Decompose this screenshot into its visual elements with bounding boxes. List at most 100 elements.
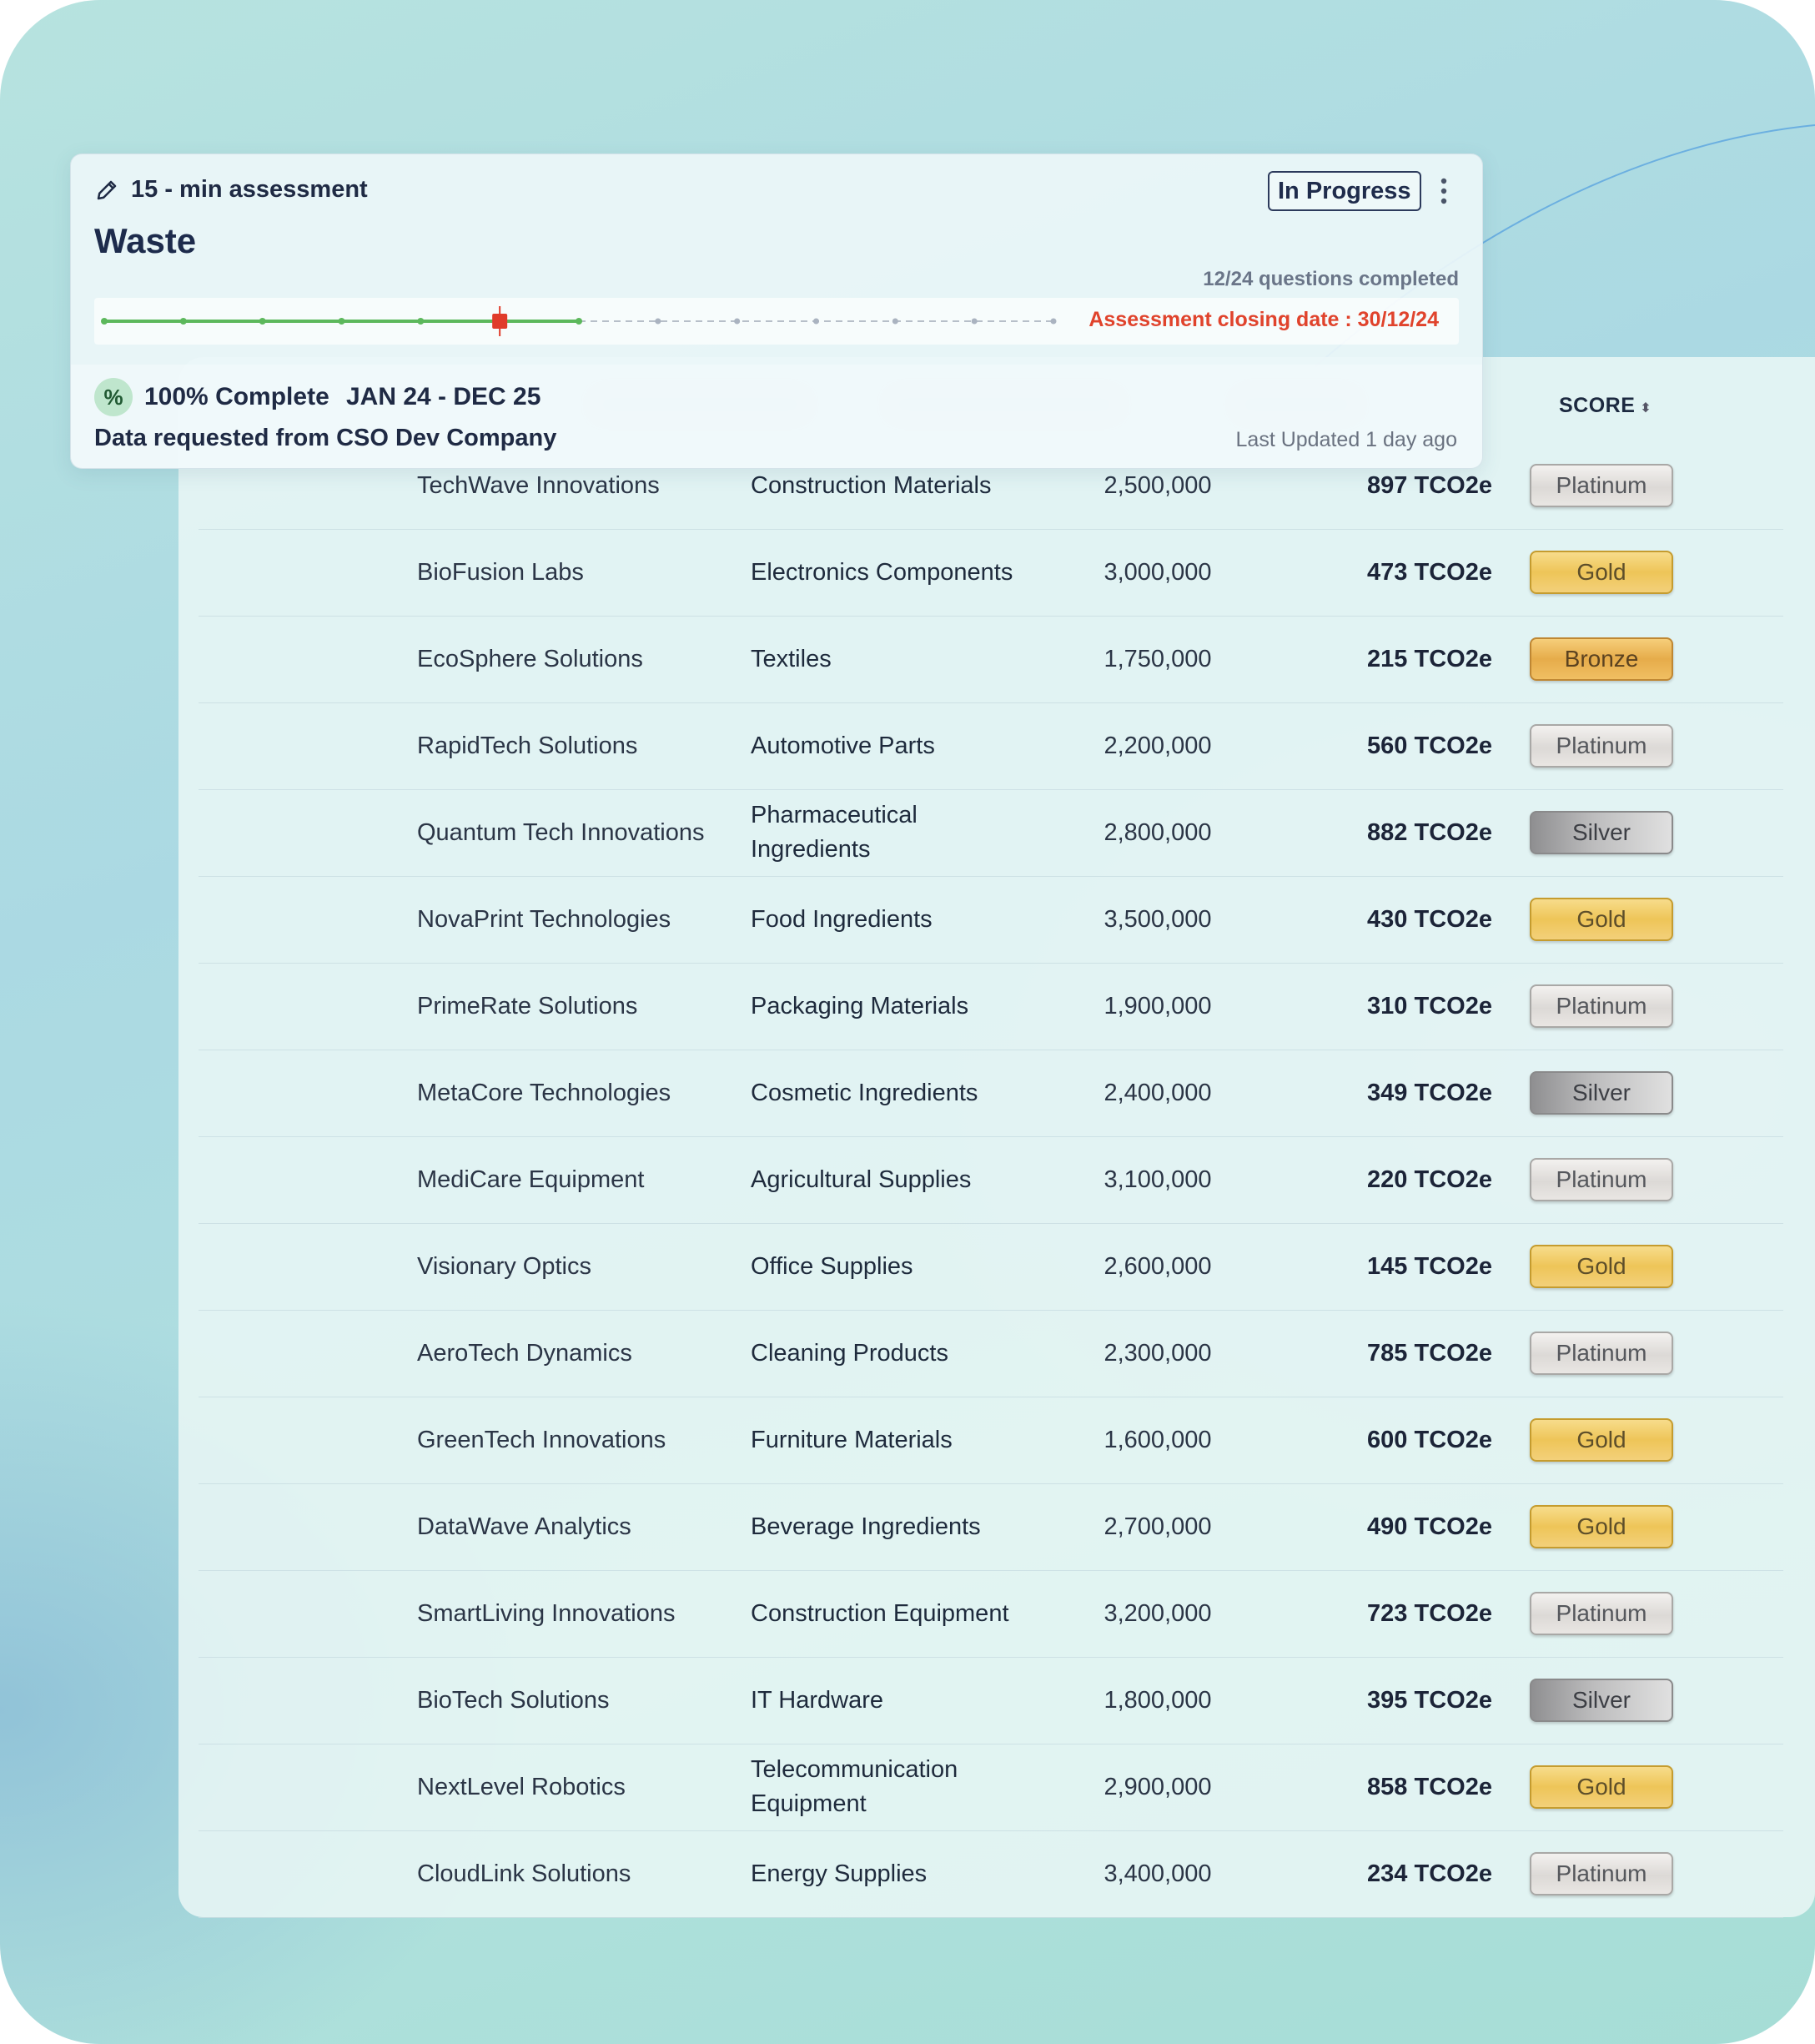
table-row[interactable]: RapidTech Solutions Automotive Parts 2,200…	[199, 702, 1783, 790]
emissions-value: 234 TCO2e	[1367, 1860, 1492, 1887]
progress-timeline	[101, 306, 1057, 336]
product-category: Pharmaceutical Ingredients	[751, 802, 918, 863]
company-name: AeroTech Dynamics	[417, 1339, 632, 1367]
table-row[interactable]: MediCare Equipment Agricultural Supplies 3…	[199, 1136, 1783, 1224]
progress-step-dot	[655, 318, 661, 325]
score-badge: Gold	[1530, 1765, 1673, 1809]
progress-step-dot	[734, 318, 741, 325]
progress-step-dot	[892, 318, 898, 325]
emissions-value: 490 TCO2e	[1367, 1513, 1492, 1540]
table-row[interactable]: NovaPrint Technologies Food Ingredients 3,…	[199, 876, 1783, 964]
product-category: Electronics Components	[751, 558, 1013, 586]
current-marker	[492, 314, 508, 329]
reporting-period: JAN 24 - DEC 25	[346, 383, 541, 410]
table-row[interactable]: BioFusion Labs Electronics Components 3,00…	[199, 529, 1783, 617]
score-badge: Gold	[1530, 1418, 1673, 1462]
company-name: BioFusion Labs	[417, 558, 584, 586]
score-badge: Gold	[1530, 551, 1673, 594]
score-badge: Gold	[1530, 1505, 1673, 1548]
assessment-header: 15 - min assessment	[94, 176, 368, 204]
supplier-table: SCORE ⬍ TechWave Innovations Construction …	[178, 357, 1815, 1918]
table-row[interactable]: DataWave Analytics Beverage Ingredients 2,…	[199, 1483, 1783, 1571]
assessment-footer	[71, 365, 1482, 468]
pencil-icon[interactable]	[94, 178, 119, 203]
progress-step-dot	[576, 318, 582, 325]
data-requested-from: Data requested from CSO Dev Company	[94, 425, 557, 451]
quantity-value: 3,100,000	[1104, 1165, 1212, 1193]
emissions-value: 600 TCO2e	[1367, 1426, 1492, 1453]
company-name: MetaCore Technologies	[417, 1079, 671, 1106]
product-category: Packaging Materials	[751, 992, 969, 1019]
score-badge: Platinum	[1530, 1158, 1673, 1201]
product-category: Construction Equipment	[751, 1599, 1009, 1627]
table-row[interactable]: EcoSphere Solutions Textiles 1,750,000 215 …	[199, 616, 1783, 703]
quantity-value: 1,600,000	[1104, 1426, 1212, 1453]
score-badge: Platinum	[1530, 1592, 1673, 1635]
product-category: Beverage Ingredients	[751, 1513, 981, 1540]
emissions-value: 145 TCO2e	[1367, 1252, 1492, 1280]
quantity-value: 3,200,000	[1104, 1599, 1212, 1627]
table-row[interactable]: GreenTech Innovations Furniture Materials…	[199, 1397, 1783, 1484]
company-name: Quantum Tech Innovations	[417, 818, 705, 846]
assessment-type: 15 - min assessment	[131, 176, 368, 203]
company-name: EcoSphere Solutions	[417, 645, 643, 672]
quantity-value: 2,700,000	[1104, 1513, 1212, 1540]
percent-icon: %	[94, 378, 133, 416]
emissions-value: 215 TCO2e	[1367, 645, 1492, 672]
table-row[interactable]: Quantum Tech Innovations Pharmaceutical I…	[199, 789, 1783, 877]
progress-step-dot	[417, 318, 425, 325]
more-options-icon[interactable]	[1437, 174, 1450, 208]
assessment-card[interactable]: 15 - min assessment Waste In Progress 12…	[70, 154, 1483, 469]
score-badge: Silver	[1530, 1071, 1673, 1115]
quantity-value: 2,600,000	[1104, 1252, 1212, 1280]
score-badge: Gold	[1530, 1245, 1673, 1288]
quantity-value: 1,900,000	[1104, 992, 1212, 1019]
company-name: RapidTech Solutions	[417, 732, 638, 759]
emissions-value: 430 TCO2e	[1367, 905, 1492, 933]
score-column-header[interactable]: SCORE ⬍	[1559, 394, 1652, 418]
table-row[interactable]: CloudLink Solutions Energy Supplies 3,400,…	[199, 1830, 1783, 1918]
last-updated: Last Updated 1 day ago	[1235, 428, 1457, 451]
product-category: IT Hardware	[751, 1686, 884, 1714]
quantity-value: 3,400,000	[1104, 1860, 1212, 1887]
table-row[interactable]: NextLevel Robotics Telecommunication Equi…	[199, 1744, 1783, 1831]
completion-status: 100% Complete	[144, 383, 329, 410]
table-row[interactable]: SmartLiving Innovations Construction Equi…	[199, 1570, 1783, 1658]
quantity-value: 1,800,000	[1104, 1686, 1212, 1714]
emissions-value: 310 TCO2e	[1367, 992, 1492, 1019]
progress-step-dot	[813, 318, 819, 325]
score-badge: Platinum	[1530, 1332, 1673, 1375]
sort-icon[interactable]: ⬍	[1640, 401, 1652, 415]
emissions-value: 723 TCO2e	[1367, 1599, 1492, 1627]
table-row[interactable]: MetaCore Technologies Cosmetic Ingredient…	[199, 1050, 1783, 1137]
company-name: PrimeRate Solutions	[417, 992, 638, 1019]
emissions-value: 220 TCO2e	[1367, 1165, 1492, 1193]
score-badge: Bronze	[1530, 637, 1673, 681]
app-background: SCORE ⬍ TechWave Innovations Construction …	[0, 0, 1815, 2044]
progress-track: Assessment closing date : 30/12/24	[94, 298, 1459, 345]
quantity-value: 1,750,000	[1104, 645, 1212, 672]
score-badge: Platinum	[1530, 1852, 1673, 1895]
progress-step-dot	[259, 318, 266, 325]
company-name: MediCare Equipment	[417, 1165, 645, 1193]
product-category: Agricultural Supplies	[751, 1165, 972, 1193]
progress-step-dot	[338, 318, 345, 325]
company-name: CloudLink Solutions	[417, 1860, 631, 1887]
table-row[interactable]: Visionary Optics Office Supplies 2,600,000…	[199, 1223, 1783, 1311]
company-name: Visionary Optics	[417, 1252, 591, 1280]
closing-date: Assessment closing date : 30/12/24	[1088, 308, 1439, 331]
emissions-value: 785 TCO2e	[1367, 1339, 1492, 1367]
table-row[interactable]: PrimeRate Solutions Packaging Materials 1,…	[199, 963, 1783, 1050]
score-badge: Platinum	[1530, 984, 1673, 1028]
score-badge: Gold	[1530, 898, 1673, 941]
emissions-value: 882 TCO2e	[1367, 818, 1492, 846]
table-row[interactable]: AeroTech Dynamics Cleaning Products 2,300,…	[199, 1310, 1783, 1397]
table-row[interactable]: BioTech Solutions IT Hardware 1,800,000 395…	[199, 1657, 1783, 1744]
product-category: Cosmetic Ingredients	[751, 1079, 978, 1106]
progress-step-dot	[1050, 318, 1057, 325]
score-badge: Platinum	[1530, 724, 1673, 768]
emissions-value: 473 TCO2e	[1367, 558, 1492, 586]
status-badge: In Progress	[1268, 171, 1421, 211]
product-category: Energy Supplies	[751, 1860, 928, 1887]
score-header-label: SCORE	[1559, 394, 1636, 417]
